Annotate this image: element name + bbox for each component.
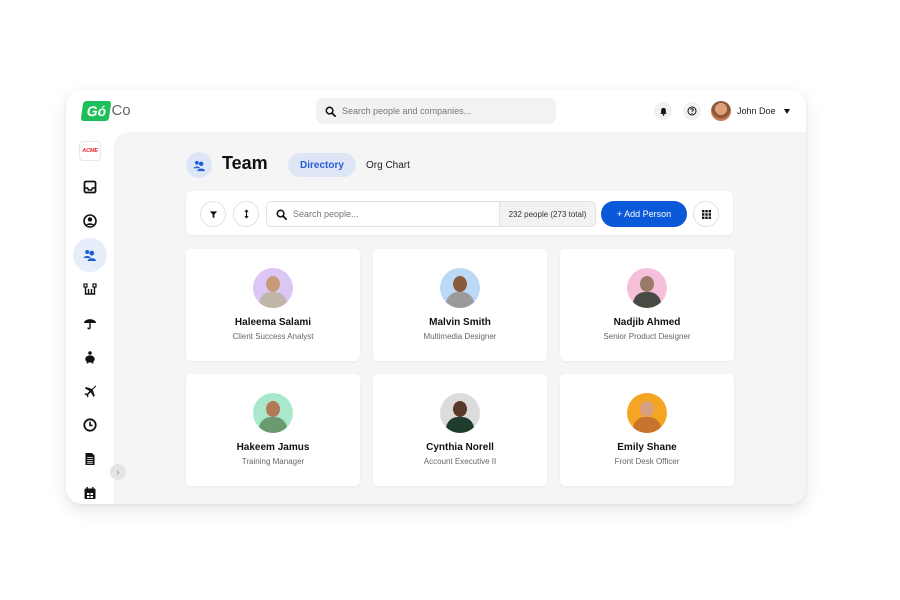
bell-icon xyxy=(659,107,667,116)
global-search-input[interactable] xyxy=(342,106,542,116)
logo-badge: Gó xyxy=(80,101,112,121)
person-card[interactable]: Haleema Salami Client Success Analyst xyxy=(186,249,360,361)
sidebar: ACME xyxy=(66,132,114,504)
sidebar-item-inbox[interactable] xyxy=(73,170,107,204)
user-avatar xyxy=(711,101,731,121)
inbox-icon xyxy=(83,180,97,194)
people-search[interactable]: 232 people (273 total) xyxy=(266,201,596,227)
person-role: Front Desk Officer xyxy=(614,457,680,466)
company-logo[interactable]: ACME xyxy=(79,141,101,161)
calendar-icon xyxy=(84,487,96,499)
org-tree-icon xyxy=(83,283,97,295)
search-icon xyxy=(325,106,336,117)
sidebar-item-documents[interactable] xyxy=(73,442,107,476)
view-toggle-button[interactable] xyxy=(693,201,719,227)
tab-org-chart[interactable]: Org Chart xyxy=(354,153,422,177)
notifications-button[interactable] xyxy=(654,102,672,120)
logo-suffix: Co xyxy=(111,102,131,119)
sort-icon xyxy=(243,209,249,219)
person-name: Haleema Salami xyxy=(234,317,312,328)
sidebar-item-org[interactable] xyxy=(73,272,107,306)
global-search[interactable] xyxy=(316,98,556,124)
document-icon xyxy=(85,453,95,465)
sidebar-item-team[interactable] xyxy=(73,238,107,272)
sidebar-expand-button[interactable]: › xyxy=(110,464,126,480)
person-role: Multimedia Designer xyxy=(423,332,497,341)
plane-icon xyxy=(84,385,97,398)
search-icon xyxy=(276,209,287,220)
tab-directory[interactable]: Directory xyxy=(288,153,356,177)
person-name: Malvin Smith xyxy=(429,317,491,328)
caret-down-icon xyxy=(783,108,790,114)
users-icon xyxy=(193,160,205,171)
person-avatar xyxy=(440,393,480,433)
people-count: 232 people (273 total) xyxy=(499,202,595,226)
sidebar-item-time-tracking[interactable] xyxy=(73,408,107,442)
top-bar: Gó Co John Doe xyxy=(66,90,806,132)
clock-icon xyxy=(83,418,97,432)
user-name: John Doe xyxy=(737,106,776,116)
people-search-input[interactable] xyxy=(293,209,493,219)
person-card[interactable]: Nadjib Ahmed Senior Product Designer xyxy=(560,249,734,361)
person-name: Nadjib Ahmed xyxy=(613,317,681,328)
person-avatar xyxy=(253,393,293,433)
person-avatar xyxy=(253,268,293,308)
filter-icon xyxy=(209,210,217,218)
person-name: Cynthia Norell xyxy=(426,442,494,453)
chevron-right-icon: › xyxy=(116,467,120,477)
person-name: Hakeem Jamus xyxy=(236,442,310,453)
help-button[interactable] xyxy=(683,102,701,120)
person-role: Senior Product Designer xyxy=(603,332,691,341)
directory-toolbar: 232 people (273 total) + Add Person xyxy=(186,191,733,235)
sidebar-item-time-off[interactable] xyxy=(73,374,107,408)
person-card[interactable]: Malvin Smith Multimedia Designer xyxy=(373,249,547,361)
person-role: Training Manager xyxy=(241,457,305,466)
person-role: Client Success Analyst xyxy=(232,332,314,341)
team-page-icon xyxy=(186,152,212,178)
sort-button[interactable] xyxy=(233,201,259,227)
user-circle-icon xyxy=(83,214,97,228)
person-avatar xyxy=(440,268,480,308)
grid-icon xyxy=(701,209,711,219)
users-icon xyxy=(83,250,96,261)
person-card[interactable]: Hakeem Jamus Training Manager xyxy=(186,374,360,486)
user-menu[interactable]: John Doe xyxy=(711,101,790,121)
umbrella-icon xyxy=(84,319,96,330)
question-circle-icon xyxy=(687,106,697,116)
sidebar-item-payroll[interactable] xyxy=(73,340,107,374)
sidebar-item-profile[interactable] xyxy=(73,204,107,238)
person-name: Emily Shane xyxy=(617,442,677,453)
filter-button[interactable] xyxy=(200,201,226,227)
add-person-button[interactable]: + Add Person xyxy=(601,201,687,227)
goco-logo[interactable]: Gó Co xyxy=(80,101,131,121)
person-avatar xyxy=(627,268,667,308)
main-content: Team Directory Org Chart 232 people (273… xyxy=(114,132,806,504)
piggy-bank-icon xyxy=(85,351,95,364)
person-role: Account Executive II xyxy=(423,457,497,466)
person-card[interactable]: Emily Shane Front Desk Officer xyxy=(560,374,734,486)
page-title: Team xyxy=(222,153,268,173)
person-card[interactable]: Cynthia Norell Account Executive II xyxy=(373,374,547,486)
person-avatar xyxy=(627,393,667,433)
sidebar-item-calendar[interactable] xyxy=(73,476,107,504)
app-window: Gó Co John Doe ACME xyxy=(66,90,806,504)
sidebar-item-benefits[interactable] xyxy=(73,306,107,340)
